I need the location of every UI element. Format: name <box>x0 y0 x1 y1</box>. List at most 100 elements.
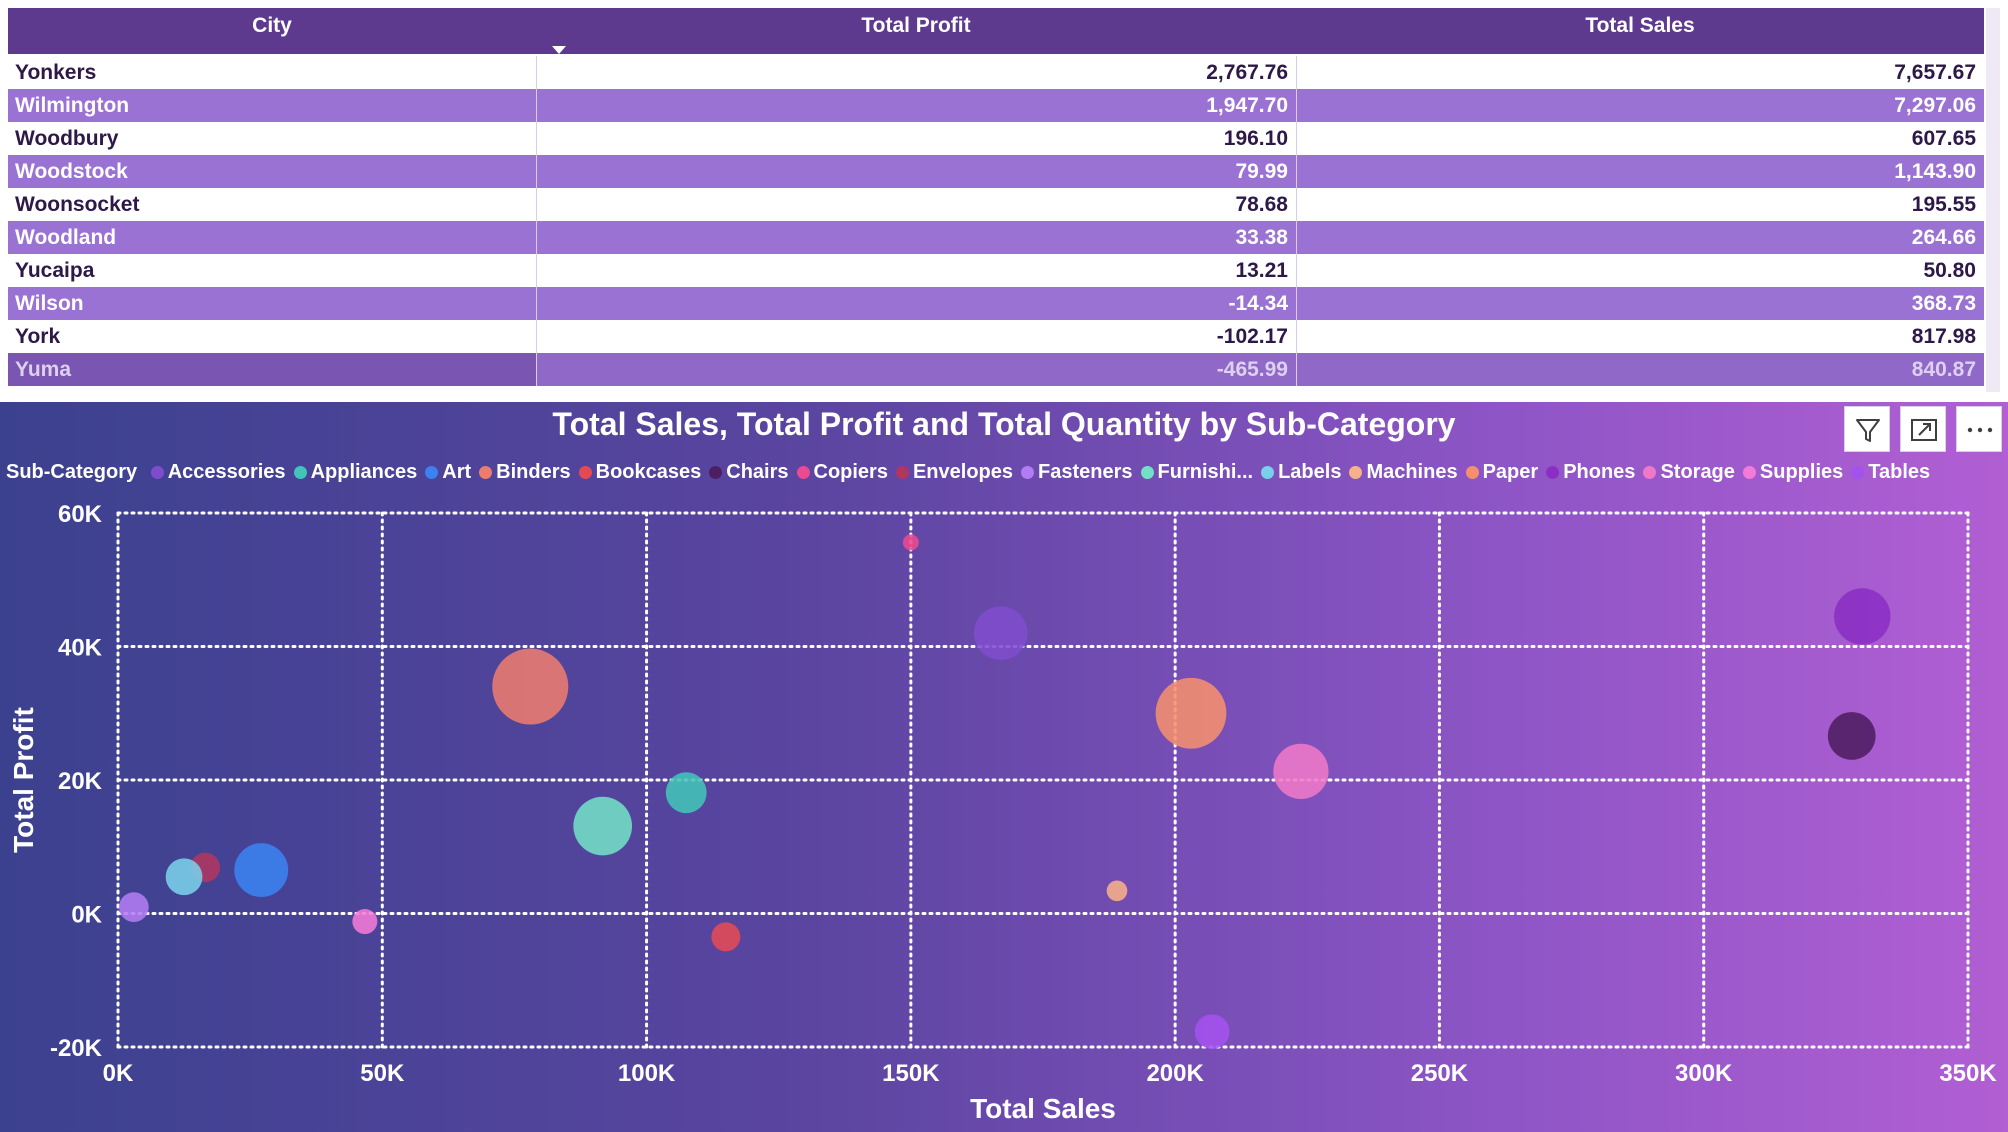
column-header-total-sales[interactable]: Total Sales <box>1296 8 1984 54</box>
bubble-accessories[interactable] <box>973 606 1028 660</box>
legend-item[interactable]: Bookcases <box>578 452 702 492</box>
legend-item[interactable]: Paper <box>1465 452 1538 492</box>
city-cell: Woodstock <box>15 160 128 183</box>
column-header-city[interactable]: City <box>8 8 536 54</box>
legend-swatch <box>709 466 723 479</box>
bubble-machines[interactable] <box>1106 880 1128 902</box>
chart-title: Total Sales, Total Profit and Total Quan… <box>552 406 1456 442</box>
legend-item[interactable]: Storage <box>1643 452 1735 492</box>
table-row[interactable]: Wilmington 1,947.70 7,297.06 <box>8 89 1984 122</box>
legend-swatch <box>150 466 164 479</box>
legend-item[interactable]: Accessories <box>150 452 286 492</box>
city-cell: Woonsocket <box>15 193 140 216</box>
legend-label: Bookcases <box>595 461 702 483</box>
legend-item[interactable]: Fasteners <box>1021 452 1133 492</box>
city-profit-sales-table: City Total Profit Total Sales Yonkers 2,7… <box>0 0 2008 398</box>
total-profit-cell: 79.99 <box>536 155 1296 188</box>
bubble-binders[interactable] <box>492 648 569 725</box>
total-profit-cell: -102.17 <box>536 320 1296 353</box>
table-body: Yonkers 2,767.76 7,657.67 Wilmington 1,947.7… <box>8 56 1984 386</box>
city-cell: Yonkers <box>15 61 97 84</box>
focus-mode-icon[interactable] <box>1900 406 1946 452</box>
table-row[interactable]: Woonsocket 78.68 195.55 <box>8 188 1984 221</box>
bubble-copiers[interactable] <box>902 534 919 551</box>
more-options-icon[interactable] <box>1956 406 2002 452</box>
legend-item[interactable]: Binders <box>479 452 571 492</box>
table-row[interactable]: Yucaipa 13.21 50.80 <box>8 254 1984 287</box>
bubble-storage[interactable] <box>1273 743 1329 799</box>
legend-item[interactable]: Furnishi... <box>1140 452 1254 492</box>
bubble-tables[interactable] <box>1194 1014 1230 1049</box>
city-cell: York <box>15 325 61 348</box>
x-tick-label: 250K <box>1411 1060 1469 1087</box>
x-tick-label: 150K <box>882 1060 940 1087</box>
total-sales-cell: 1,143.90 <box>1296 155 1984 188</box>
table-row[interactable]: Woodbury 196.10 607.65 <box>8 122 1984 155</box>
legend-item[interactable]: Phones <box>1546 452 1635 492</box>
scatter-chart-visual: 0K 50K 100K 150K 200K 250K 300K 350K -20K 0K 20K 40… <box>0 402 2008 1132</box>
legend-items: Accessories Appliances Art Binders Bookcases… <box>150 461 1938 483</box>
bubble-paper[interactable] <box>1155 677 1227 749</box>
legend-item[interactable]: Tables <box>1851 452 1930 492</box>
y-tick-label: 0K <box>71 902 102 929</box>
table-row[interactable]: Woodstock 79.99 1,143.90 <box>8 155 1984 188</box>
table-row[interactable]: Yonkers 2,767.76 7,657.67 <box>8 56 1984 89</box>
table-scrollbar[interactable] <box>1986 8 2000 392</box>
y-tick-label: 40K <box>58 635 103 662</box>
legend-item[interactable]: Machines <box>1349 452 1458 492</box>
legend-label: Storage <box>1660 461 1735 483</box>
legend-title: Sub-Category <box>6 461 138 483</box>
bubble-appliances[interactable] <box>665 772 707 814</box>
city-cell: Wilson <box>15 292 84 315</box>
x-tick-label: 50K <box>360 1060 405 1087</box>
bubble-art[interactable] <box>234 843 289 898</box>
bubble-phones[interactable] <box>1834 588 1891 645</box>
table-row[interactable]: Yuma -465.99 840.87 <box>8 353 1984 386</box>
x-tick-label: 350K <box>1939 1060 1997 1087</box>
y-tick-label: 20K <box>58 768 103 795</box>
legend-label: Chairs <box>726 461 789 483</box>
legend-item[interactable]: Envelopes <box>895 452 1014 492</box>
total-sales-cell: 50.80 <box>1296 254 1984 287</box>
bubble-supplies[interactable] <box>352 909 378 935</box>
table-row[interactable]: York -102.17 817.98 <box>8 320 1984 353</box>
legend-label: Accessories <box>167 461 286 483</box>
legend-swatch <box>1465 466 1479 479</box>
legend-label: Art <box>442 461 472 483</box>
sort-descending-icon[interactable] <box>552 46 566 54</box>
bubble-labels[interactable] <box>165 858 203 896</box>
city-cell: Wilmington <box>15 94 130 117</box>
total-sales-cell: 7,657.67 <box>1296 56 1984 89</box>
total-profit-cell: 33.38 <box>536 221 1296 254</box>
x-tick-label: 100K <box>618 1060 676 1087</box>
table-row[interactable]: Wilson -14.34 368.73 <box>8 287 1984 320</box>
total-profit-cell: 1,947.70 <box>536 89 1296 122</box>
legend-label: Furnishi... <box>1157 461 1254 483</box>
bubble-bookcases[interactable] <box>711 922 741 952</box>
city-cell: Woodland <box>15 226 117 249</box>
bubble-furnishings[interactable] <box>573 796 633 856</box>
legend-item[interactable]: Supplies <box>1742 452 1843 492</box>
table-row[interactable]: Woodland 33.38 264.66 <box>8 221 1984 254</box>
legend-item[interactable]: Appliances <box>293 452 417 492</box>
legend-label: Fasteners <box>1038 461 1133 483</box>
legend-item[interactable]: Copiers <box>796 452 888 492</box>
x-axis-title: Total Sales <box>970 1093 1116 1124</box>
legend-swatch <box>1643 466 1657 479</box>
filter-icon[interactable] <box>1844 406 1890 452</box>
legend-swatch <box>578 466 592 479</box>
legend-item[interactable]: Labels <box>1261 452 1341 492</box>
legend-item[interactable]: Art <box>425 452 471 492</box>
legend-swatch <box>895 466 909 479</box>
bubble-fasteners[interactable] <box>118 892 149 923</box>
total-sales-cell: 368.73 <box>1296 287 1984 320</box>
total-profit-cell: 13.21 <box>536 254 1296 287</box>
total-sales-cell: 607.65 <box>1296 122 1984 155</box>
column-header-total-profit[interactable]: Total Profit <box>536 8 1296 54</box>
legend-label: Envelopes <box>912 461 1014 483</box>
bubble-chairs[interactable] <box>1827 712 1876 760</box>
legend-swatch <box>1021 466 1035 479</box>
legend-swatch <box>1546 466 1560 479</box>
legend-item[interactable]: Chairs <box>709 452 789 492</box>
legend-label: Labels <box>1278 461 1342 483</box>
